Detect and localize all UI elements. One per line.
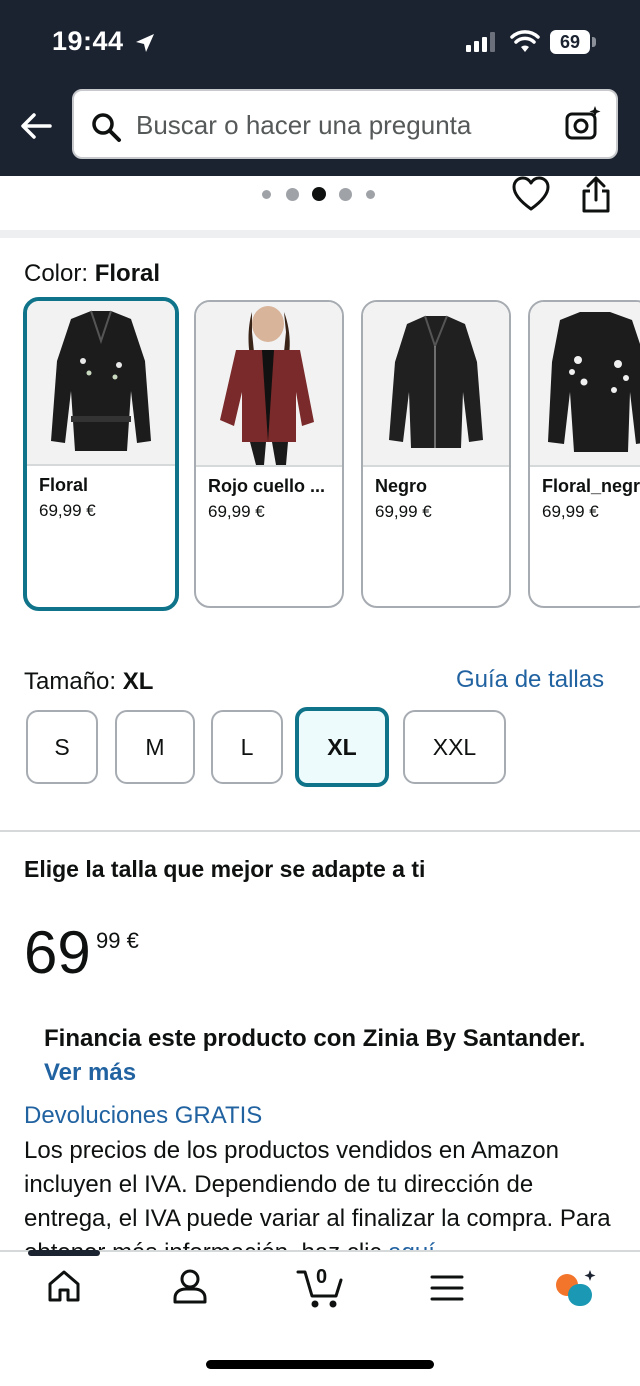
color-option-name: Negro [375,476,428,496]
active-tab-indicator [28,1250,100,1256]
signal-icon [466,32,495,52]
price-whole: 69 [24,919,91,986]
search-icon [92,113,121,142]
size-option-m[interactable]: M [115,710,195,784]
color-option-rojo[interactable]: Rojo cuello ... 69,99 € [194,300,344,608]
size-guide-link[interactable]: Guía de tallas [456,666,604,694]
color-option-floral[interactable]: Floral 69,99 € [23,297,179,611]
color-option-price: 69,99 € [208,502,265,521]
menu-icon[interactable] [430,1274,464,1302]
home-indicator [206,1360,434,1369]
back-arrow-icon[interactable] [18,108,54,144]
financing-note: Financia este producto con Zinia By Sant… [44,1022,604,1090]
tax-note: Los precios de los productos vendidos en… [24,1134,624,1250]
color-selected-value: Floral [94,260,161,287]
section-divider [0,830,640,832]
size-label-text: Tamaño: [24,668,117,695]
size-option-xl[interactable]: XL [295,707,389,787]
location-arrow-icon [136,34,154,52]
product-thumbnail [363,302,509,467]
camera-search-icon[interactable] [564,105,602,143]
status-time: 19:44 [52,26,124,56]
image-carousel-dots [262,186,382,202]
fit-heading: Elige la talla que mejor se adapte a ti [24,856,426,882]
color-option-name: Rojo cuello ... [208,476,326,496]
home-icon[interactable] [46,1268,82,1304]
cart-count: 0 [316,1266,328,1288]
price-fraction: 99 € [96,928,139,953]
size-option-xxl[interactable]: XXL [403,710,506,784]
financing-more-link[interactable]: Ver más [44,1059,136,1086]
size-option-s[interactable]: S [26,710,98,784]
color-option-floral-negro[interactable]: Floral_negr 69,99 € [528,300,640,608]
wifi-icon [510,30,540,52]
color-option-name: Floral_negr [542,476,640,496]
size-label: Tamaño: XL [24,668,153,696]
financing-text: Financia este producto con Zinia By Sant… [44,1025,586,1052]
color-option-negro[interactable]: Negro 69,99 € [361,300,511,608]
color-option-price: 69,99 € [542,502,599,521]
search-placeholder: Buscar o hacer una pregunta [136,110,472,140]
account-icon[interactable] [172,1268,208,1304]
color-label: Color: Floral [24,260,160,288]
color-label-text: Color: [24,260,89,287]
size-selected-value: XL [122,668,154,695]
color-option-name: Floral [39,475,89,495]
size-option-l[interactable]: L [211,710,283,784]
share-icon[interactable] [580,176,612,214]
tax-info-link[interactable]: aquí [388,1239,435,1250]
heart-icon[interactable] [512,176,550,212]
color-option-price: 69,99 € [39,501,96,520]
search-bar[interactable]: Buscar o hacer una pregunta [72,89,618,159]
section-divider [0,230,640,238]
rufus-assistant-icon[interactable] [554,1268,598,1308]
battery-indicator: 69 [550,30,590,54]
tax-note-text: Los precios de los productos vendidos en… [24,1137,611,1250]
color-option-price: 69,99 € [375,502,432,521]
free-returns-link[interactable]: Devoluciones GRATIS [24,1102,262,1130]
product-thumbnail [196,302,342,467]
product-thumbnail [530,302,640,467]
product-thumbnail [27,301,175,466]
battery-tip [592,37,596,47]
